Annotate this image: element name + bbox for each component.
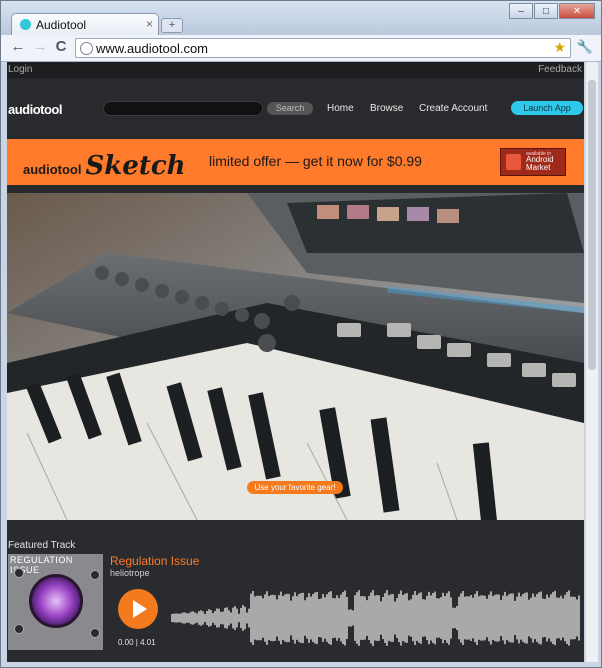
bookmark-star-icon[interactable]: ★ — [553, 39, 566, 56]
browser-window: Audiotool × + – □ ✕ ← → C www.audiotool.… — [0, 0, 602, 668]
play-button[interactable] — [118, 589, 158, 629]
search-input[interactable] — [103, 101, 263, 116]
address-bar[interactable]: www.audiotool.com ★ — [75, 38, 571, 58]
minimize-button[interactable]: – — [509, 3, 533, 19]
track-artwork[interactable]: REGULATION ISSUE — [8, 554, 103, 650]
sketch-promo-banner[interactable]: audiotool Sketch limited offer — get it n… — [7, 139, 584, 185]
hero-cta-button[interactable]: Use your favorite gear! — [247, 481, 343, 494]
back-button[interactable]: ← — [9, 38, 27, 56]
url-text: www.audiotool.com — [96, 41, 208, 56]
nav-create-account[interactable]: Create Account — [419, 103, 487, 114]
new-tab-button[interactable]: + — [161, 18, 183, 33]
reload-button[interactable]: C — [52, 38, 70, 56]
scrollbar-thumb[interactable] — [588, 80, 596, 370]
track-artist[interactable]: heliotrope — [110, 568, 150, 578]
hero-photo: Use your favorite gear! — [7, 193, 584, 520]
search-button[interactable]: Search — [267, 102, 313, 115]
launch-app-button[interactable]: Launch App — [511, 101, 583, 115]
close-window-button[interactable]: ✕ — [559, 3, 595, 19]
tab-title: Audiotool — [36, 18, 87, 32]
tab-close-icon[interactable]: × — [146, 17, 153, 31]
play-icon — [133, 600, 147, 618]
track-time: 0.00 | 4.01 — [118, 638, 156, 647]
badge-market-text: Android Market — [526, 156, 554, 172]
track-title[interactable]: Regulation Issue — [110, 554, 199, 568]
wrench-icon[interactable]: 🔧 — [577, 39, 593, 55]
android-market-badge[interactable]: available in Android Market — [500, 148, 566, 176]
site-header: audiotool Search Home Browse Create Acco… — [7, 78, 584, 138]
sketch-brand-name: Sketch — [85, 151, 186, 181]
feedback-link[interactable]: Feedback — [538, 64, 582, 75]
android-bag-icon — [506, 154, 521, 170]
globe-icon — [80, 42, 93, 55]
browser-toolbar: ← → C www.audiotool.com ★ 🔧 — [1, 35, 601, 62]
midi-keyboard-image — [7, 193, 584, 520]
artwork-dot-icon — [14, 568, 24, 578]
badge-line-2: Market — [526, 163, 551, 172]
featured-track-label: Featured Track — [8, 540, 76, 551]
nav-home[interactable]: Home — [327, 103, 354, 114]
sketch-brand: audiotool Sketch — [23, 151, 186, 181]
browser-titlebar: Audiotool × + – □ ✕ — [1, 1, 601, 35]
page-viewport: Login Feedback audiotool Search Home Bro… — [7, 62, 584, 662]
offer-text: limited offer — get it now for $0.99 — [209, 153, 422, 169]
audiotool-favicon-icon — [20, 19, 31, 30]
page-scrollbar[interactable] — [585, 62, 598, 662]
login-link[interactable]: Login — [8, 64, 32, 75]
forward-button[interactable]: → — [31, 38, 49, 56]
artwork-dot-icon — [90, 628, 100, 638]
window-controls: – □ ✕ — [509, 3, 595, 19]
artwork-dot-icon — [14, 624, 24, 634]
nav-browse[interactable]: Browse — [370, 103, 403, 114]
track-waveform[interactable] — [171, 588, 581, 648]
audiotool-logo[interactable]: audiotool — [8, 102, 63, 117]
artwork-dot-icon — [90, 570, 100, 580]
site-topbar: Login Feedback — [7, 62, 584, 78]
artwork-knob-icon — [29, 574, 83, 628]
browser-tab[interactable]: Audiotool × — [11, 13, 159, 35]
maximize-button[interactable]: □ — [534, 3, 558, 19]
sketch-brand-prefix: audiotool — [23, 162, 82, 177]
